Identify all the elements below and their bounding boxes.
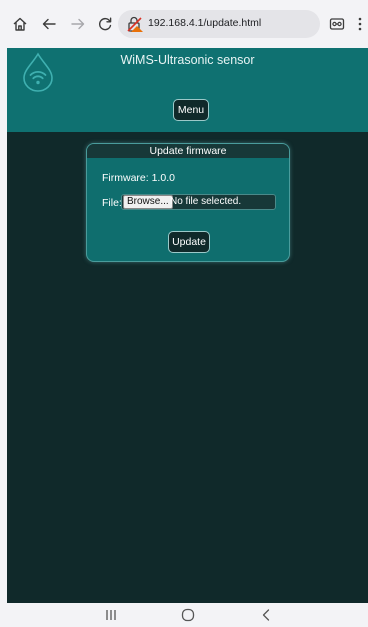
firmware-version: 1.0.0 [151,172,175,184]
update-button[interactable]: Update [168,231,210,253]
firmware-label: Firmware: [102,172,149,184]
browse-button[interactable]: Browse... [123,195,173,209]
back-icon[interactable] [39,14,59,34]
web-page: WiMS-Ultrasonic sensor Menu Update firmw… [7,48,368,603]
system-navigation-bar [0,603,368,627]
update-firmware-card: Update firmware Firmware: 1.0.0 File: Br… [86,143,290,262]
page-title: WiMS-Ultrasonic sensor [120,53,255,67]
url-text: 192.168.4.1/update.html [148,17,262,29]
forward-icon[interactable] [68,14,88,34]
recents-icon[interactable] [101,607,121,623]
browser-toolbar: 192.168.4.1/update.html [0,0,368,48]
home-icon[interactable] [10,14,30,34]
site-info-icon[interactable] [126,15,144,33]
reader-mode-icon[interactable] [327,14,347,34]
page-header: WiMS-Ultrasonic sensor Menu [7,48,368,132]
firmware-info: Firmware: 1.0.0 [102,172,175,184]
more-options-icon[interactable] [350,14,368,34]
file-label: File: [102,197,122,209]
file-status-text: No file selected. [170,196,242,207]
card-title: Update firmware [87,144,289,158]
home-nav-icon[interactable] [178,607,198,623]
menu-button[interactable]: Menu [173,99,209,121]
file-input[interactable]: Browse... No file selected. [121,194,276,210]
reload-icon[interactable] [95,14,115,34]
address-bar[interactable]: 192.168.4.1/update.html [118,10,320,38]
back-nav-icon[interactable] [256,607,276,623]
